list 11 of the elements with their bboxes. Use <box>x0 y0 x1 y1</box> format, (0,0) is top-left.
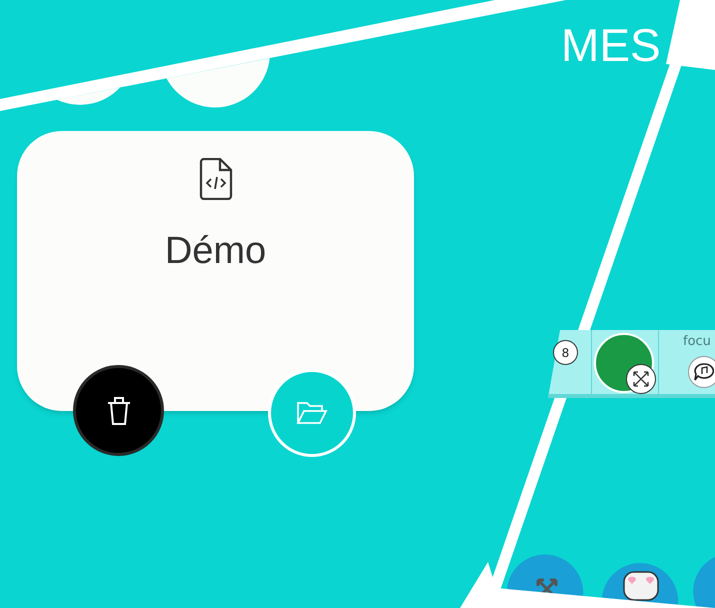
bubble-button[interactable] <box>507 554 584 596</box>
robot-face-icon <box>623 571 659 601</box>
project-card[interactable]: Démo <box>17 131 414 411</box>
project-name: Démo <box>164 232 266 270</box>
expand-icon <box>633 371 649 387</box>
music-speech-icon <box>694 363 714 381</box>
trash-icon <box>106 396 130 426</box>
folder-icon <box>296 401 328 425</box>
block-label: focu <box>683 333 711 351</box>
code-file-icon <box>198 158 234 200</box>
screen-title: MES <box>561 22 661 68</box>
